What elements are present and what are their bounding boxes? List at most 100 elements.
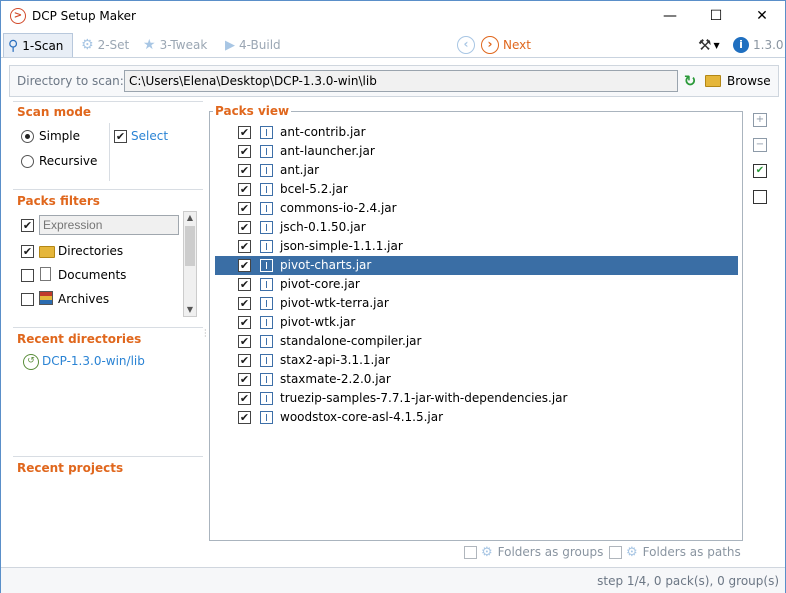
pack-row[interactable]: ✔ stax2-api-3.1.1.jar — [215, 351, 738, 370]
filters-scrollbar[interactable]: ▲ ▼ — [183, 211, 197, 317]
scan-mode-title: Scan mode — [17, 105, 92, 119]
pack-row[interactable]: ✔ jsch-0.1.50.jar — [215, 218, 738, 237]
pack-name: pivot-charts.jar — [280, 258, 372, 272]
pack-row[interactable]: ✔ pivot-charts.jar — [215, 256, 738, 275]
pack-checkbox[interactable]: ✔ — [238, 392, 251, 405]
expression-checkbox[interactable]: ✔ — [21, 219, 34, 232]
pack-checkbox[interactable]: ✔ — [238, 411, 251, 424]
jar-file-icon — [260, 126, 273, 139]
version-label: 1.3.0 — [753, 38, 784, 52]
pack-checkbox[interactable]: ✔ — [238, 126, 251, 139]
folders-as-groups-label: Folders as groups — [497, 545, 604, 559]
expression-input[interactable] — [39, 215, 179, 235]
collapse-all-icon[interactable]: − — [753, 138, 767, 152]
uncheck-all-icon[interactable] — [753, 190, 767, 204]
browse-button[interactable]: Browse — [705, 70, 771, 92]
pack-checkbox[interactable]: ✔ — [238, 373, 251, 386]
recent-directory-link[interactable]: DCP-1.3.0-win/lib — [42, 354, 145, 368]
pack-row[interactable]: ✔ json-simple-1.1.1.jar — [215, 237, 738, 256]
folders-as-paths-checkbox[interactable] — [609, 545, 622, 559]
pack-name: jsch-0.1.50.jar — [280, 220, 366, 234]
pack-row[interactable]: ✔ pivot-wtk-terra.jar — [215, 294, 738, 313]
pack-row[interactable]: ✔ ant.jar — [215, 161, 738, 180]
tab-build[interactable]: ▶ 4-Build — [225, 33, 281, 57]
jar-file-icon — [260, 354, 273, 367]
maximize-button[interactable]: ☐ — [693, 1, 739, 31]
pack-row[interactable]: ✔ bcel-5.2.jar — [215, 180, 738, 199]
pack-row[interactable]: ✔ standalone-compiler.jar — [215, 332, 738, 351]
jar-file-icon — [260, 297, 273, 310]
directory-input[interactable] — [124, 70, 678, 92]
packs-view-list[interactable]: ✔ ant-contrib.jar ✔ ant-launcher.jar ✔ ant.ja… — [209, 111, 743, 541]
archive-icon — [39, 291, 53, 305]
simple-label: Simple — [39, 129, 80, 143]
pack-checkbox[interactable]: ✔ — [238, 221, 251, 234]
pack-checkbox[interactable]: ✔ — [238, 183, 251, 196]
pack-checkbox[interactable]: ✔ — [238, 240, 251, 253]
document-icon — [40, 267, 51, 281]
filter-archives-checkbox[interactable] — [21, 293, 34, 306]
pack-row[interactable]: ✔ staxmate-2.2.0.jar — [215, 370, 738, 389]
pack-checkbox[interactable]: ✔ — [238, 164, 251, 177]
pack-row[interactable]: ✔ truezip-samples-7.7.1-jar-with-dependen… — [215, 389, 738, 408]
pack-row[interactable]: ✔ ant-launcher.jar — [215, 142, 738, 161]
gear-icon: ⚙ — [481, 544, 493, 560]
select-link[interactable]: Select — [131, 129, 168, 143]
close-button[interactable]: ✕ — [739, 1, 785, 31]
pack-row[interactable]: ✔ commons-io-2.4.jar — [215, 199, 738, 218]
tools-icon: ⚒ — [698, 36, 712, 54]
radio-recursive[interactable] — [21, 155, 34, 168]
tab-scan[interactable]: ⚲ 1-Scan — [3, 33, 73, 57]
filter-documents-checkbox[interactable] — [21, 269, 34, 282]
pack-name: ant.jar — [280, 163, 320, 177]
folders-as-groups-checkbox[interactable] — [464, 545, 477, 559]
pack-row[interactable]: ✔ pivot-core.jar — [215, 275, 738, 294]
tools-menu-button[interactable]: ⚒ ▼ — [698, 33, 720, 57]
jar-file-icon — [260, 411, 273, 424]
filter-documents-label: Documents — [58, 268, 127, 282]
pack-row[interactable]: ✔ ant-contrib.jar — [215, 123, 738, 142]
next-label: Next — [503, 38, 531, 52]
recent-directories-title: Recent directories — [17, 332, 142, 346]
next-button[interactable]: › Next — [481, 33, 531, 57]
pack-checkbox[interactable]: ✔ — [238, 278, 251, 291]
radio-simple[interactable] — [21, 130, 34, 143]
pack-name: truezip-samples-7.7.1-jar-with-dependenc… — [280, 391, 568, 405]
pack-checkbox[interactable]: ✔ — [238, 297, 251, 310]
pack-checkbox[interactable]: ✔ — [238, 145, 251, 158]
panel-splitter[interactable]: · · · — [204, 327, 208, 341]
recursive-label: Recursive — [39, 154, 98, 168]
pack-checkbox[interactable]: ✔ — [238, 316, 251, 329]
title-bar: > DCP Setup Maker — ☐ ✕ — [1, 1, 785, 31]
app-window: > DCP Setup Maker — ☐ ✕ ⚲ 1-Scan ⚙ 2-Set… — [0, 0, 786, 593]
folders-as-groups-option[interactable]: ⚙ Folders as groups — [464, 544, 603, 560]
pack-name: pivot-wtk-terra.jar — [280, 296, 389, 310]
pack-name: staxmate-2.2.0.jar — [280, 372, 391, 386]
chevron-left-icon: ‹ — [457, 36, 475, 54]
tab-set[interactable]: ⚙ 2-Set — [81, 33, 129, 57]
section-divider — [13, 327, 203, 328]
expand-all-icon[interactable]: + — [753, 113, 767, 127]
tab-tweak[interactable]: ★ 3-Tweak — [143, 33, 207, 57]
filter-directories-checkbox[interactable]: ✔ — [21, 245, 34, 258]
pack-checkbox[interactable]: ✔ — [238, 259, 251, 272]
scroll-thumb[interactable] — [185, 226, 195, 266]
refresh-icon[interactable]: ↻ — [682, 73, 698, 89]
minimize-button[interactable]: — — [647, 1, 693, 31]
about-button[interactable]: i 1.3.0 — [733, 33, 784, 57]
select-checkbox[interactable]: ✔ — [114, 130, 127, 143]
history-icon: ↺ — [23, 354, 39, 370]
pack-checkbox[interactable]: ✔ — [238, 354, 251, 367]
check-all-icon[interactable]: ✔ — [753, 164, 767, 178]
scroll-down-icon[interactable]: ▼ — [184, 304, 196, 316]
jar-file-icon — [260, 164, 273, 177]
folders-as-paths-option[interactable]: ⚙ Folders as paths — [609, 544, 741, 560]
scroll-up-icon[interactable]: ▲ — [184, 212, 196, 224]
pack-name: stax2-api-3.1.1.jar — [280, 353, 390, 367]
back-button[interactable]: ‹ — [457, 33, 475, 57]
pack-checkbox[interactable]: ✔ — [238, 202, 251, 215]
pack-row[interactable]: ✔ woodstox-core-asl-4.1.5.jar — [215, 408, 738, 427]
pack-row[interactable]: ✔ pivot-wtk.jar — [215, 313, 738, 332]
pack-checkbox[interactable]: ✔ — [238, 335, 251, 348]
pack-name: json-simple-1.1.1.jar — [280, 239, 403, 253]
